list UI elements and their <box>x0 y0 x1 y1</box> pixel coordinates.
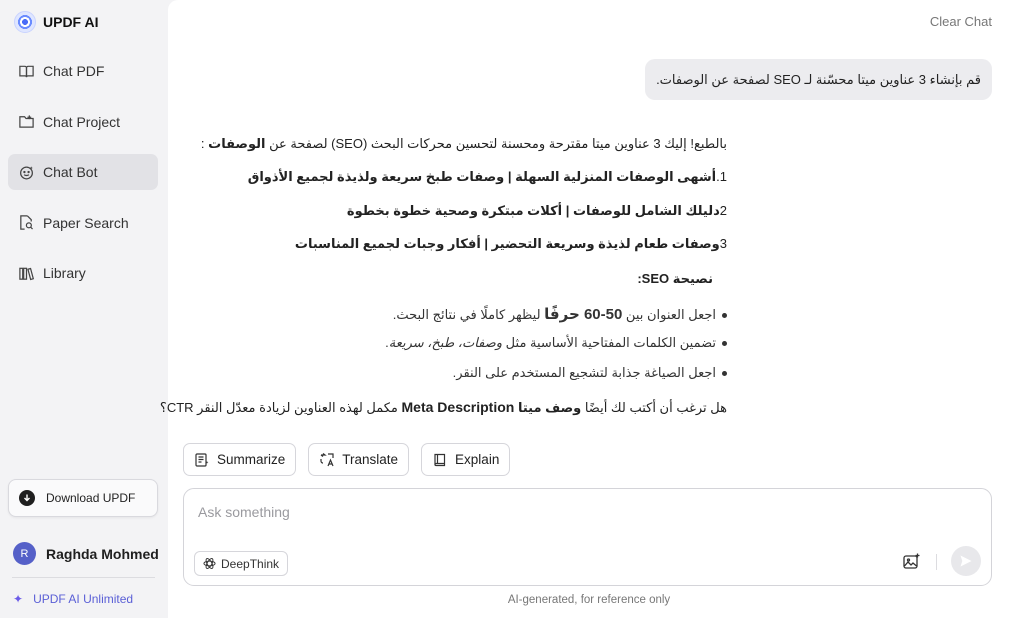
sidebar-item-label: Library <box>43 265 86 282</box>
user-message: قم بإنشاء 3 عناوين ميتا محسّنة لـ SEO لص… <box>645 59 992 100</box>
download-updf-button[interactable]: Download UPDF <box>8 479 158 517</box>
send-button[interactable] <box>951 546 981 576</box>
divider <box>12 577 155 578</box>
send-icon <box>960 555 972 567</box>
book-open-icon <box>19 65 34 77</box>
image-upload-icon[interactable] <box>902 552 921 571</box>
answer-closing: هل ترغب أن أكتب لك أيضًا وصف ميتا Meta D… <box>159 399 727 415</box>
brand[interactable]: UPDF AI <box>14 11 98 33</box>
sidebar-item-label: Paper Search <box>43 214 129 231</box>
list-item: اجعل العنوان بين 50-60 حرفًا ليظهر كاملً… <box>182 305 727 323</box>
sidebar-item-paper-search[interactable]: Paper Search <box>8 205 158 241</box>
explain-button[interactable]: Explain <box>421 443 511 476</box>
clear-chat-button[interactable]: Clear Chat <box>930 14 992 29</box>
user-profile[interactable]: R Raghda Mohmed <box>13 542 159 565</box>
atom-icon <box>203 558 216 569</box>
sidebar-nav: Chat PDF Chat Project Chat Bot Paper Sea… <box>8 53 158 306</box>
translate-icon <box>320 452 334 466</box>
user-name: Raghda Mohmed <box>46 545 159 562</box>
book-icon <box>434 453 446 466</box>
summarize-icon <box>195 452 209 467</box>
disclaimer: AI-generated, for reference only <box>507 594 671 606</box>
sidebar-item-chat-pdf[interactable]: Chat PDF <box>8 53 158 89</box>
brand-name: UPDF AI <box>43 14 99 30</box>
message-composer: DeepThink <box>183 488 992 586</box>
ask-input[interactable] <box>198 502 968 522</box>
folder-icon <box>19 115 34 128</box>
books-icon <box>19 267 35 281</box>
sidebar-item-chat-project[interactable]: Chat Project <box>8 104 158 140</box>
updf-logo-icon <box>14 11 36 33</box>
unlimited-label: UPDF AI Unlimited <box>33 592 134 606</box>
meta-title-3: 3وصفات طعام لذيذة وسريعة التحضير | أفكار… <box>294 236 727 251</box>
answer-intro: بالطبع! إليك 3 عناوين ميتا مقترحة ومحسنة… <box>200 136 727 151</box>
sparkle-icon: ✦ <box>13 592 24 606</box>
seo-tip-heading: نصيحة SEO: <box>637 271 713 286</box>
sidebar-item-label: Chat Bot <box>43 164 98 181</box>
sidebar: UPDF AI Chat PDF Chat Project Chat Bot P… <box>0 0 166 618</box>
document-search-icon <box>20 215 33 231</box>
summarize-button[interactable]: Summarize <box>183 443 297 476</box>
sidebar-item-label: Chat Project <box>43 113 121 130</box>
translate-button[interactable]: Translate <box>308 443 410 476</box>
chat-panel: Clear Chat قم بإنشاء 3 عناوين ميتا محسّن… <box>159 0 1010 618</box>
meta-title-2: 2دليلك الشامل للوصفات | أكلات مبتكرة وصح… <box>346 203 727 218</box>
list-item: اجعل الصياغة جذابة لتشجيع المستخدم على ا… <box>182 365 727 381</box>
upgrade-link[interactable]: ✦ UPDF AI Unlimited <box>13 592 133 606</box>
avatar: R <box>13 542 36 565</box>
deepthink-toggle[interactable]: DeepThink <box>194 551 289 576</box>
action-chips: Summarize Translate Explain <box>183 443 522 476</box>
sidebar-item-library[interactable]: Library <box>8 255 158 291</box>
list-item: تضمين الكلمات المفتاحية الأساسية مثل وصف… <box>182 335 727 351</box>
sidebar-item-label: Chat PDF <box>43 63 105 79</box>
divider <box>936 554 937 570</box>
robot-face-icon <box>20 166 33 180</box>
sidebar-item-chat-bot[interactable]: Chat Bot <box>8 154 158 191</box>
download-label: Download UPDF <box>46 491 136 505</box>
meta-title-1: 1.أشهى الوصفات المنزلية السهلة | وصفات ط… <box>247 169 727 184</box>
download-icon <box>19 490 35 506</box>
